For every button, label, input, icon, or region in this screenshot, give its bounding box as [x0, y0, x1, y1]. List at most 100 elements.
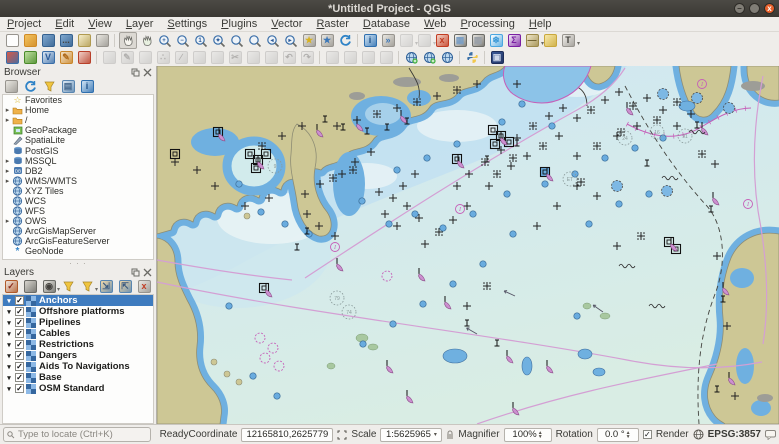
browser-item-geonode[interactable]: *GeoNode — [3, 246, 153, 256]
browser-item-wcs[interactable]: WCS — [3, 196, 153, 206]
open-layer-styling-icon[interactable]: ✓ — [4, 279, 18, 294]
browser-info-icon[interactable]: i — [80, 79, 94, 94]
zoom-full-icon[interactable]: ✦ — [211, 33, 227, 48]
web-plugin-icon[interactable] — [439, 50, 455, 65]
collapse-arrow-icon[interactable]: ▾ — [5, 341, 13, 349]
browser-item-ows[interactable]: ▸OWS — [3, 216, 153, 226]
manage-map-themes-icon[interactable]: ◉▾ — [42, 279, 56, 294]
layers-close-icon[interactable] — [143, 268, 152, 277]
layer-item-aids-to-navigations[interactable]: ▾✓Aids To Navigations — [3, 361, 153, 372]
menu-help[interactable]: Help — [522, 18, 559, 30]
browser-close-icon[interactable] — [143, 68, 152, 77]
zoom-out-icon[interactable]: − — [175, 33, 191, 48]
new-geopackage-layer-icon[interactable] — [22, 50, 38, 65]
collapse-arrow-icon[interactable]: ▾ — [5, 330, 13, 338]
rotation-spinbox[interactable]: 0.0 °▲▼ — [597, 428, 639, 442]
show-bookmarks-icon[interactable]: ★ — [319, 33, 335, 48]
collapse-arrow-icon[interactable]: ▾ — [5, 374, 13, 382]
map-tips-icon[interactable] — [542, 33, 558, 48]
python-console-icon[interactable] — [464, 50, 480, 65]
measure-line-icon[interactable]: —▾ — [524, 33, 540, 48]
crs-button[interactable]: EPSG:3857 — [708, 429, 761, 440]
layer-visibility-checkbox[interactable]: ✓ — [15, 307, 24, 316]
text-annotation-icon[interactable]: T▾ — [560, 33, 576, 48]
menu-raster[interactable]: Raster — [309, 18, 355, 30]
zoom-native-icon[interactable]: 1 — [193, 33, 209, 48]
layer-item-base[interactable]: ▾✓Base — [3, 372, 153, 383]
close-button[interactable]: x — [764, 3, 775, 14]
data-source-manager-icon[interactable] — [4, 50, 20, 65]
save-project-as-icon[interactable]: ... — [58, 33, 74, 48]
pan-map-icon[interactable] — [119, 32, 137, 49]
zoom-in-icon[interactable]: + — [157, 33, 173, 48]
menu-layer[interactable]: Layer — [119, 18, 161, 30]
quickmapservices-icon[interactable] — [421, 50, 437, 65]
expand-arrow-icon[interactable]: ▸ — [3, 106, 12, 114]
zoom-next-icon[interactable]: ▸ — [283, 33, 299, 48]
layer-item-anchors[interactable]: ▾✓Anchors — [3, 295, 153, 306]
new-shapefile-layer-icon[interactable]: ✎ — [58, 50, 74, 65]
layer-visibility-checkbox[interactable]: ✓ — [15, 373, 24, 382]
browser-item-postgis[interactable]: PostGIS — [3, 145, 153, 155]
properties-widget-icon[interactable]: ▤ — [61, 79, 75, 94]
collapse-arrow-icon[interactable]: ▾ — [5, 297, 13, 305]
menu-edit[interactable]: Edit — [48, 18, 81, 30]
add-group-icon[interactable] — [23, 279, 37, 294]
layer-item-offshore-platforms[interactable]: ▾✓Offshore platforms — [3, 306, 153, 317]
collapse-arrow-icon[interactable]: ▾ — [5, 308, 13, 316]
browser-item--[interactable]: ▸/ — [3, 115, 153, 125]
zoom-last-icon[interactable]: ◂ — [265, 33, 281, 48]
layer-visibility-checkbox[interactable]: ✓ — [15, 329, 24, 338]
menu-vector[interactable]: Vector — [264, 18, 309, 30]
browser-item-spatialite[interactable]: SpatiaLite — [3, 135, 153, 145]
menu-project[interactable]: Project — [0, 18, 48, 30]
pan-to-selection-icon[interactable] — [139, 33, 155, 48]
collapse-arrow-icon[interactable]: ▾ — [5, 363, 13, 371]
new-print-layout-icon[interactable] — [76, 33, 92, 48]
new-project-icon[interactable] — [4, 33, 20, 48]
minimize-button[interactable]: – — [734, 3, 745, 14]
layer-visibility-checkbox[interactable]: ✓ — [15, 351, 24, 360]
locate-input[interactable]: Type to locate (Ctrl+K) — [3, 427, 151, 442]
browser-item-wfs[interactable]: WFS — [3, 206, 153, 216]
browser-item-geopackage[interactable]: GeoPackage — [3, 125, 153, 135]
refresh-icon[interactable] — [337, 33, 353, 48]
lock-icon[interactable] — [446, 430, 454, 440]
menu-view[interactable]: View — [81, 18, 119, 30]
browser-float-icon[interactable] — [131, 68, 140, 77]
metasearch-icon[interactable] — [403, 50, 419, 65]
browser-item-wms-wmts[interactable]: ▸WMS/WMTS — [3, 176, 153, 186]
refresh-browser-icon[interactable] — [23, 79, 37, 94]
browser-item-home[interactable]: ▸Home — [3, 105, 153, 115]
expand-arrow-icon[interactable]: ▸ — [3, 157, 12, 165]
filter-legend-icon[interactable] — [61, 279, 75, 294]
identify-features-icon[interactable]: i — [362, 33, 378, 48]
coordinate-input[interactable]: 12165810,2625779 — [241, 428, 333, 442]
browser-item-favorites[interactable]: ☆Favorites — [3, 95, 153, 105]
scale-combobox[interactable]: 1:5625965▾ — [380, 428, 442, 442]
field-calculator-icon[interactable]: ▦ — [470, 33, 486, 48]
expand-all-icon[interactable]: ⇲ — [99, 279, 113, 294]
layers-float-icon[interactable] — [131, 268, 140, 277]
browser-item-arcgismapserver[interactable]: ArcGisMapServer — [3, 226, 153, 236]
layer-item-cables[interactable]: ▾✓Cables — [3, 328, 153, 339]
layer-item-osm-standard[interactable]: ▾✓OSM Standard — [3, 383, 153, 394]
new-virtual-layer-icon[interactable]: V — [40, 50, 56, 65]
layer-visibility-checkbox[interactable]: ✓ — [15, 384, 24, 393]
expand-arrow-icon[interactable]: ▸ — [3, 177, 12, 185]
layer-visibility-checkbox[interactable]: ✓ — [15, 340, 24, 349]
map-canvas[interactable]: 241691ET79749IIII — [157, 66, 779, 424]
temporal-controller-icon[interactable]: ❄ — [488, 33, 504, 48]
deselect-features-icon[interactable]: x — [434, 33, 450, 48]
maximize-button[interactable] — [749, 3, 760, 14]
collapse-all-icon[interactable]: ⇱ — [118, 279, 132, 294]
expand-arrow-icon[interactable]: ▸ — [3, 167, 12, 175]
menu-settings[interactable]: Settings — [160, 18, 214, 30]
menu-processing[interactable]: Processing — [453, 18, 521, 30]
messages-icon[interactable] — [765, 430, 776, 440]
remove-layer-icon[interactable]: x — [137, 279, 151, 294]
osm-place-search-icon[interactable]: ▣ — [489, 50, 505, 65]
crs-globe-icon[interactable] — [693, 429, 704, 440]
statistics-icon[interactable]: Σ — [506, 33, 522, 48]
save-project-icon[interactable] — [40, 33, 56, 48]
